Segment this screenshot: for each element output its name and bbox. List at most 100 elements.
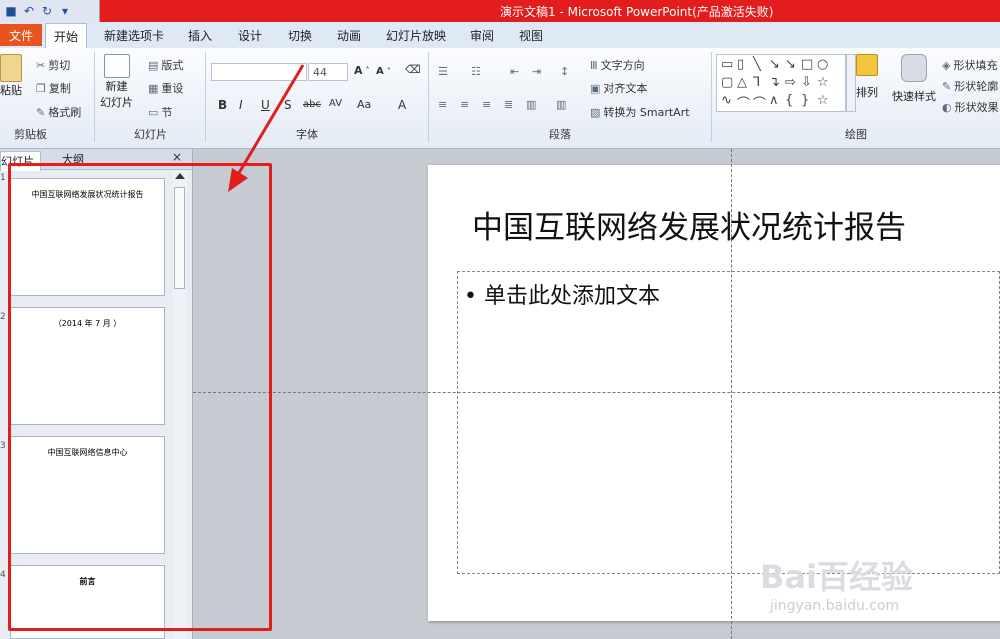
tab-design[interactable]: 设计 (238, 24, 262, 46)
paste-button[interactable]: 粘贴 (0, 54, 22, 98)
columns-button[interactable]: ▥ (556, 98, 566, 111)
shape-freeform-icon[interactable]: ⌒ (737, 93, 753, 112)
horizontal-guide (193, 392, 1000, 393)
reset-button[interactable]: ▦ 重设 (148, 80, 183, 96)
slides-group-label: 幻灯片 (134, 128, 167, 141)
change-case-button[interactable]: Aa (357, 98, 371, 111)
shape-oval-icon[interactable]: ○ (817, 57, 833, 75)
arrange-icon (856, 54, 878, 76)
group-divider (94, 52, 95, 142)
content-placeholder[interactable] (457, 271, 1000, 574)
tab-review[interactable]: 审阅 (470, 24, 494, 46)
numbering-button[interactable]: ☷ (471, 65, 481, 78)
decrease-indent-button[interactable]: ⇤ (510, 65, 519, 78)
smartart-icon: ▧ (590, 105, 601, 119)
shrink-font-button[interactable]: A ˅ (376, 66, 391, 77)
align-left-icon: ≡ (438, 98, 448, 111)
tab-transitions[interactable]: 切换 (288, 24, 312, 46)
grow-font-button[interactable]: A ˄ (354, 64, 370, 77)
shape-right-arrow-icon[interactable]: ⇨ (785, 75, 801, 93)
shape-arrow-line2-icon[interactable]: ↘ (785, 57, 801, 75)
convert-smartart-button[interactable]: ▧ 转换为 SmartArt (590, 104, 690, 120)
shape-effects-button[interactable]: ◐ 形状效果 (942, 99, 999, 115)
char-spacing-button[interactable]: AV (329, 98, 342, 109)
shape-line-icon[interactable]: ╲ (753, 57, 769, 75)
quick-styles-button[interactable]: 快速样式 (892, 54, 936, 104)
shape-vtextbox-icon[interactable]: ▯ (737, 57, 753, 75)
shape-brace-right-icon[interactable]: } (801, 93, 817, 111)
align-text-icon: ▣ (590, 81, 601, 95)
section-button[interactable]: ▭ 节 (148, 104, 172, 120)
distributed-button[interactable]: ▥ (526, 98, 536, 111)
align-text-button[interactable]: ▣ 对齐文本 (590, 80, 647, 96)
watermark-url: jingyan.baidu.com (770, 598, 900, 614)
tab-slideshow[interactable]: 幻灯片放映 (386, 24, 446, 46)
font-color-button[interactable]: A (398, 98, 406, 112)
shape-arrow-line-icon[interactable]: ↘ (769, 57, 785, 75)
customize-qat-icon[interactable]: ▾ (58, 4, 72, 18)
increase-indent-button[interactable]: ⇥ (532, 65, 541, 78)
shape-elbow-arrow-icon[interactable]: ↴ (769, 75, 785, 93)
pen-icon: ✎ (942, 79, 952, 93)
shape-elbow-icon[interactable]: ⅂ (753, 75, 769, 93)
group-divider (711, 52, 712, 142)
indent-icon: ⇥ (532, 65, 542, 78)
new-slide-button[interactable]: 新建 幻灯片 (100, 54, 133, 110)
shape-wave-icon[interactable]: ∧ (769, 93, 785, 111)
clear-format-icon[interactable]: ⌫ (405, 63, 421, 76)
annotation-box (8, 163, 272, 631)
shapes-gallery[interactable]: ▭ ▯ ╲ ↘ ↘ □ ○ ▢ △ ⅂ ↴ ⇨ ⇩ ☆ ∿ ⌒ ⌒ ∧{} ☆ (716, 54, 846, 112)
cut-button[interactable]: ✂ 剪切 (36, 57, 70, 73)
font-size-combo[interactable]: 44 (308, 63, 348, 81)
tab-new-tab[interactable]: 新建选项卡 (104, 24, 164, 46)
group-divider (205, 52, 206, 142)
tab-file[interactable]: 文件 (0, 24, 42, 46)
shape-textbox-icon[interactable]: ▭ (721, 57, 737, 75)
shape-down-arrow-icon[interactable]: ⇩ (801, 75, 817, 93)
justify-icon: ≣ (504, 98, 514, 111)
shape-triangle-icon[interactable]: △ (737, 75, 753, 93)
slide-number: 4 (0, 570, 6, 580)
shape-rounded-rect-icon[interactable]: ▢ (721, 75, 737, 93)
shape-brace-left-icon[interactable]: { (785, 93, 801, 111)
tab-insert[interactable]: 插入 (188, 24, 212, 46)
save-icon[interactable]: ■ (4, 4, 18, 18)
slide-title[interactable]: 中国互联网络发展状况统计报告 (472, 202, 906, 247)
reset-icon: ▦ (148, 81, 159, 95)
shape-fill-button[interactable]: ◈ 形状填充 (942, 57, 997, 73)
format-painter-button[interactable]: ✎ 格式刷 (36, 104, 81, 120)
redo-icon[interactable]: ↻ (40, 4, 54, 18)
copy-button[interactable]: ❐ 复制 (36, 80, 71, 96)
align-center-button[interactable]: ≡ (460, 98, 469, 111)
justify-button[interactable]: ≣ (504, 98, 513, 111)
shape-outline-button[interactable]: ✎ 形状轮廓 (942, 78, 998, 94)
shape-star-icon[interactable]: ☆ (817, 75, 833, 93)
bullets-button[interactable]: ☰ (438, 65, 448, 78)
group-divider (428, 52, 429, 142)
layout-button[interactable]: ▤ 版式 (148, 57, 183, 73)
shape-arc-icon[interactable]: ⌒ (753, 93, 769, 112)
shape-curve-icon[interactable]: ∿ (721, 93, 737, 111)
arrange-button[interactable]: 排列 (856, 54, 878, 100)
text-direction-button[interactable]: Ⅲ 文字方向 (590, 57, 645, 73)
close-icon[interactable]: × (172, 150, 182, 164)
shape-rect-icon[interactable]: □ (801, 57, 817, 75)
undo-icon[interactable]: ↶ (22, 4, 36, 18)
align-left-button[interactable]: ≡ (438, 98, 447, 111)
tab-animations[interactable]: 动画 (337, 24, 361, 46)
layout-icon: ▤ (148, 58, 159, 72)
drawing-group-label: 绘图 (845, 128, 867, 141)
align-center-icon: ≡ (460, 98, 470, 111)
bullet-placeholder-text[interactable]: • 单击此处添加文本 (464, 278, 660, 310)
tab-home[interactable]: 开始 (45, 23, 88, 49)
shape-star2-icon[interactable]: ☆ (817, 93, 833, 111)
line-spacing-button[interactable]: ↕ (560, 65, 569, 78)
line-spacing-icon: ↕ (560, 65, 570, 78)
numbering-icon: ☷ (471, 65, 481, 78)
annotation-arrow-icon (228, 64, 305, 192)
gallery-scrollbar[interactable] (846, 54, 856, 112)
slide-number: 2 (0, 312, 6, 322)
tab-view[interactable]: 视图 (519, 24, 543, 46)
align-right-button[interactable]: ≡ (482, 98, 491, 111)
scissors-icon: ✂ (36, 58, 46, 72)
